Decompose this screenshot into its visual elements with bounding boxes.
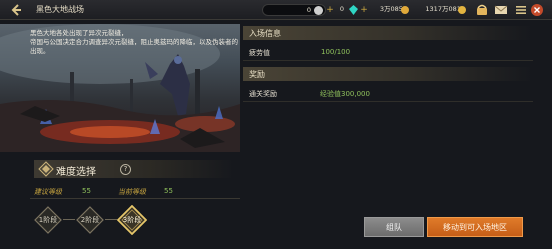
- points-coin-icon: [401, 6, 409, 14]
- stage-2-label: 2阶段: [80, 216, 100, 224]
- gem-amount: 0: [339, 5, 344, 13]
- rewards-divider: [243, 101, 533, 102]
- menu-icon[interactable]: [514, 3, 528, 17]
- gold-coin-icon: [458, 6, 466, 14]
- page-title: 黑色大地战场: [36, 5, 84, 14]
- stage-2-button[interactable]: 2阶段: [75, 205, 105, 235]
- stage-3-button-selected[interactable]: 3阶段: [116, 204, 148, 236]
- silver-coin-icon: [314, 6, 323, 15]
- rewards-header: [243, 67, 533, 81]
- stage-1-label: 1阶段: [38, 216, 58, 224]
- clear-reward-label: 通关奖励: [249, 90, 277, 98]
- team-button[interactable]: 组队: [364, 217, 424, 237]
- stage-connector: [105, 219, 117, 220]
- back-arrow-icon[interactable]: [9, 3, 23, 17]
- rewards-title: 奖励: [249, 70, 265, 79]
- silver-amount: 0: [306, 6, 311, 14]
- clear-reward-value: 经验值300,000: [320, 90, 370, 98]
- stage-1-button[interactable]: 1阶段: [33, 205, 63, 235]
- difficulty-title: 难度选择: [56, 167, 96, 178]
- shop-icon[interactable]: [475, 3, 489, 17]
- fatigue-value: 100/100: [321, 48, 351, 56]
- entry-info-divider: [243, 60, 533, 61]
- stage-3-label: 3阶段: [122, 216, 142, 224]
- entry-info-title: 入场信息: [249, 29, 281, 38]
- difficulty-divider: [30, 198, 240, 199]
- mail-icon[interactable]: [494, 3, 508, 17]
- move-to-entry-area-button[interactable]: 移动到可入场地区: [427, 217, 523, 237]
- difficulty-diamond-icon: [38, 161, 54, 177]
- current-level-value: 55: [164, 187, 173, 195]
- gem-currency: 0: [332, 4, 350, 16]
- silver-currency: 0: [262, 4, 326, 16]
- battlefield-description: 黑色大地各处出现了异次元裂缝， 帝国与公国决定合力调查异次元裂缝，阻止奥兹玛的降…: [30, 29, 238, 55]
- fatigue-label: 疲劳值: [249, 49, 270, 57]
- recommended-level-value: 55: [82, 187, 91, 195]
- gem-icon: [349, 5, 358, 15]
- close-icon[interactable]: [530, 3, 544, 17]
- entry-info-header: [243, 26, 533, 40]
- top-bar: 黑色大地战场 0 + 0 + 3万0854 1317万0816: [0, 0, 552, 20]
- difficulty-help-button[interactable]: ?: [120, 164, 131, 175]
- stage-connector: [63, 219, 75, 220]
- add-gem-button[interactable]: +: [360, 6, 368, 15]
- recommended-level-label: 建议等级: [34, 188, 62, 196]
- current-level-label: 当前等级: [118, 188, 146, 196]
